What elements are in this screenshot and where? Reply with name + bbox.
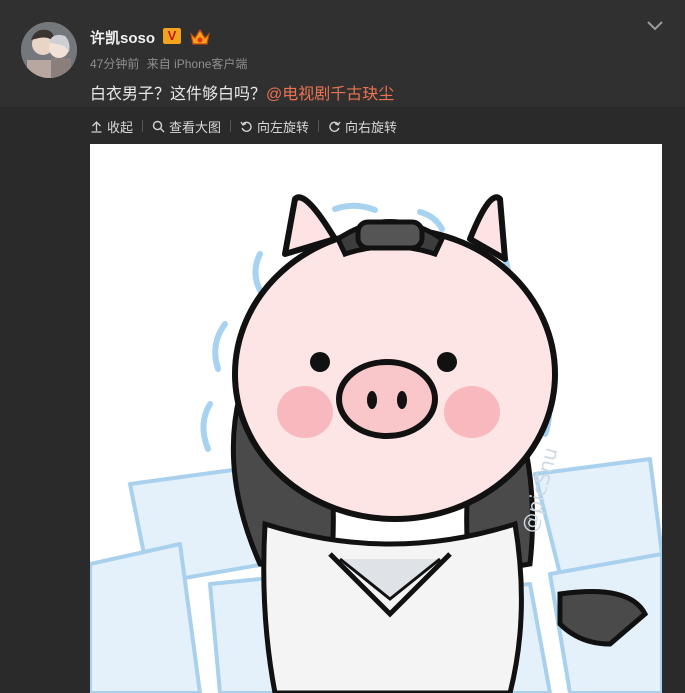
author-name[interactable]: 许凯soso	[90, 27, 155, 48]
source-prefix: 来自	[146, 57, 171, 71]
toolbar-divider	[318, 120, 320, 132]
image-toolbar: 收起 查看大图 向左旋转 向右旋转	[90, 117, 397, 135]
post-image[interactable]: @picSnu	[90, 144, 662, 693]
pig-illustration: @picSnu	[90, 144, 662, 693]
search-icon	[152, 120, 165, 133]
post-meta: 47分钟前 来自 iPhone客户端	[90, 55, 247, 72]
toolbar-divider	[230, 120, 232, 132]
collapse-button[interactable]: 收起	[90, 117, 133, 136]
view-large-button[interactable]: 查看大图	[152, 117, 221, 136]
vip-crown-icon	[190, 28, 210, 45]
rotate-left-button[interactable]: 向左旋转	[240, 117, 309, 136]
rotate-left-label: 向左旋转	[257, 119, 310, 135]
view-large-label: 查看大图	[169, 119, 222, 135]
post-text-body: 白衣男子？这件够白吗？	[90, 86, 267, 103]
weibo-post-card: 许凯soso V 47分钟前 来自 iPhone客户端 白衣男子？这件够白吗？@…	[0, 0, 685, 693]
avatar[interactable]	[21, 22, 77, 78]
post-header: 许凯soso V 47分钟前 来自 iPhone客户端 白衣男子？这件够白吗？@…	[0, 0, 685, 107]
rotate-right-icon	[329, 121, 341, 132]
collapse-label: 收起	[107, 119, 134, 135]
post-source[interactable]: iPhone客户端	[174, 57, 247, 71]
verified-badge-icon: V	[163, 28, 181, 44]
avatar-image	[21, 22, 77, 78]
collapse-arrow-icon	[91, 120, 102, 133]
post-time[interactable]: 47分钟前	[90, 57, 139, 71]
post-text: 白衣男子？这件够白吗？@电视剧千古玦尘	[90, 80, 394, 104]
rotate-right-label: 向右旋转	[345, 119, 398, 135]
mention-link[interactable]: @电视剧千古玦尘	[266, 86, 394, 103]
toolbar-divider	[142, 120, 144, 132]
rotate-right-button[interactable]: 向右旋转	[328, 117, 397, 136]
chevron-down-icon[interactable]	[645, 18, 665, 34]
rotate-left-icon	[240, 121, 252, 132]
